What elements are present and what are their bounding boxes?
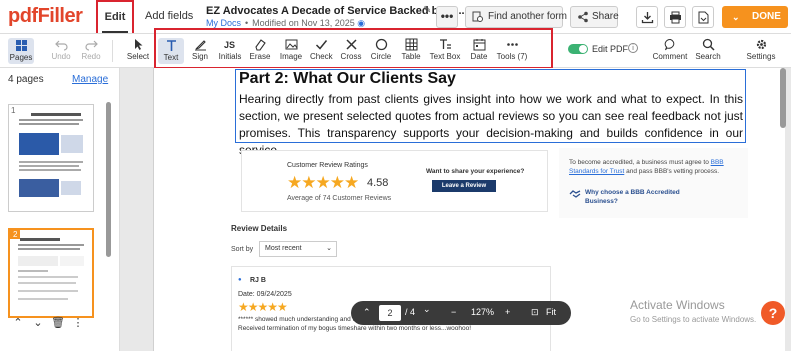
- download-icon: [641, 12, 654, 24]
- bbb-why-link[interactable]: Why choose a BBB Accredited Business?: [569, 188, 709, 206]
- comment-label: Comment: [652, 52, 688, 61]
- customer-ratings-card: Customer Review Ratings ★★★★★ 4.58 Avera…: [241, 150, 548, 212]
- more-options-button[interactable]: •••: [436, 6, 458, 28]
- move-up-chevron-icon[interactable]: ⌃: [8, 316, 28, 329]
- document-scrollbar[interactable]: [780, 68, 786, 128]
- prev-page-chevron-icon[interactable]: ⌃: [363, 307, 371, 318]
- chevron-down-icon: ⌄: [732, 12, 740, 22]
- zoom-level[interactable]: 127%: [471, 307, 494, 317]
- undo-button[interactable]: Undo: [50, 38, 72, 64]
- sort-by-label: Sort by: [231, 246, 254, 253]
- pages-panel: 4 pages Manage 1 2 ⌃ ⌄ 🗑 ⋮: [0, 68, 120, 351]
- page-more-dots-icon[interactable]: ⋮: [68, 316, 88, 329]
- my-docs-link[interactable]: My Docs: [206, 18, 241, 28]
- rating-stars-icon: ★★★★★: [287, 173, 359, 192]
- select-tool-button[interactable]: Select: [126, 38, 150, 64]
- find-another-form-button[interactable]: Find another form: [465, 6, 567, 28]
- sort-select-value: Most recent: [265, 245, 302, 252]
- activate-windows-subtitle: Go to Settings to activate Windows.: [630, 315, 757, 324]
- move-down-chevron-icon[interactable]: ⌄: [28, 316, 48, 329]
- document-search-icon: [472, 11, 483, 22]
- pdf-file-icon: [698, 11, 709, 24]
- manage-pages-link[interactable]: Manage: [72, 74, 108, 85]
- sync-icon: ◉: [357, 18, 366, 28]
- page-count: 4 pages: [8, 74, 44, 85]
- bbb-description: To become accredited, a business must ag…: [569, 159, 724, 175]
- thumbnail-preview: [18, 238, 84, 300]
- review-details-heading: Review Details: [231, 224, 288, 233]
- comment-button[interactable]: Comment: [652, 38, 688, 64]
- page-thumbnail-2[interactable]: 2: [8, 228, 94, 318]
- redo-icon: [84, 40, 98, 51]
- pages-icon: [15, 40, 27, 51]
- pdf-export-button[interactable]: [692, 6, 714, 28]
- print-button[interactable]: [664, 6, 686, 28]
- page-navigation-bar: ⌃ 2 / 4 ⌄ − 127% + ⊡ Fit: [351, 301, 571, 325]
- review-date: Date: 09/24/2025: [238, 291, 292, 298]
- thumbnail-preview: [19, 113, 83, 197]
- printer-icon: [670, 11, 681, 24]
- page-number-input[interactable]: 2: [379, 305, 401, 321]
- thumbnail-scrollbar[interactable]: [106, 102, 111, 257]
- page-thumbnail-1[interactable]: 1: [8, 104, 94, 212]
- delete-trash-icon[interactable]: 🗑: [48, 316, 68, 329]
- tools-highlight-box: [154, 28, 553, 69]
- leave-review-button[interactable]: Leave a Review: [432, 180, 496, 192]
- pdffiller-logo[interactable]: pdfFiller: [8, 5, 83, 28]
- gear-icon: [756, 39, 766, 50]
- share-icon: [578, 11, 588, 23]
- search-button[interactable]: Search: [694, 38, 722, 64]
- handshake-icon: [569, 190, 581, 198]
- search-label: Search: [695, 52, 721, 61]
- search-icon: [702, 38, 715, 51]
- chevron-down-icon: ⌄: [326, 245, 332, 252]
- zoom-out-button[interactable]: −: [451, 307, 456, 317]
- settings-label: Settings: [746, 52, 776, 61]
- zoom-in-button[interactable]: +: [505, 307, 510, 317]
- info-icon[interactable]: i: [628, 43, 638, 53]
- pages-toggle-button[interactable]: Pages: [8, 38, 34, 64]
- redo-button[interactable]: Redo: [80, 38, 102, 64]
- fit-page-icon[interactable]: ⊡: [531, 307, 539, 318]
- activate-windows-title: Activate Windows: [630, 298, 725, 312]
- help-button[interactable]: ?: [761, 301, 785, 325]
- done-button[interactable]: ⌄ DONE: [722, 6, 788, 28]
- undo-icon: [54, 40, 68, 51]
- download-button[interactable]: [636, 6, 658, 28]
- rating-average: Average of 74 Customer Reviews: [287, 195, 392, 202]
- reviewer-name: RJ B: [250, 277, 266, 284]
- edit-pdf-label: Edit PDF: [592, 44, 629, 54]
- find-another-form-label: Find another form: [488, 11, 567, 22]
- sort-select[interactable]: Most recent ⌄: [259, 241, 337, 257]
- next-page-chevron-icon[interactable]: ⌄: [423, 304, 431, 315]
- share-experience-label: Want to share your experience?: [426, 168, 525, 175]
- reviewer-avatar-icon: ●: [238, 277, 242, 283]
- rating-value: 4.58: [367, 177, 389, 189]
- share-button[interactable]: Share: [570, 6, 619, 28]
- pages-label: Pages: [9, 53, 33, 62]
- thumbnail-number: 1: [11, 106, 16, 115]
- review-stars-icon: ★★★★★: [238, 300, 288, 314]
- settings-button[interactable]: Settings: [745, 38, 777, 64]
- undo-label: Undo: [51, 52, 71, 61]
- thumbnail-controls: ⌃ ⌄ 🗑 ⋮: [8, 316, 88, 334]
- tab-edit[interactable]: Edit: [96, 0, 134, 33]
- thumbnail-number: 2: [10, 230, 21, 239]
- tab-add-fields[interactable]: Add fields: [145, 10, 193, 22]
- fit-button[interactable]: Fit: [546, 307, 556, 317]
- toolbar-divider: [112, 40, 113, 62]
- section-heading[interactable]: Part 2: What Our Clients Say: [239, 70, 456, 88]
- page-total: / 4: [405, 307, 416, 317]
- edit-pdf-toggle[interactable]: [568, 44, 588, 54]
- rename-pencil-icon[interactable]: ✎: [423, 5, 431, 16]
- done-label: DONE: [752, 11, 781, 22]
- share-label: Share: [592, 11, 619, 22]
- redo-label: Redo: [81, 52, 101, 61]
- ratings-title: Customer Review Ratings: [287, 162, 368, 169]
- cursor-icon: [134, 39, 142, 50]
- modified-date: Modified on Nov 13, 2025: [252, 18, 355, 28]
- select-label: Select: [126, 52, 150, 61]
- comment-bubble-icon: [664, 39, 674, 51]
- bbb-accreditation-card: To become accredited, a business must ag…: [559, 148, 748, 218]
